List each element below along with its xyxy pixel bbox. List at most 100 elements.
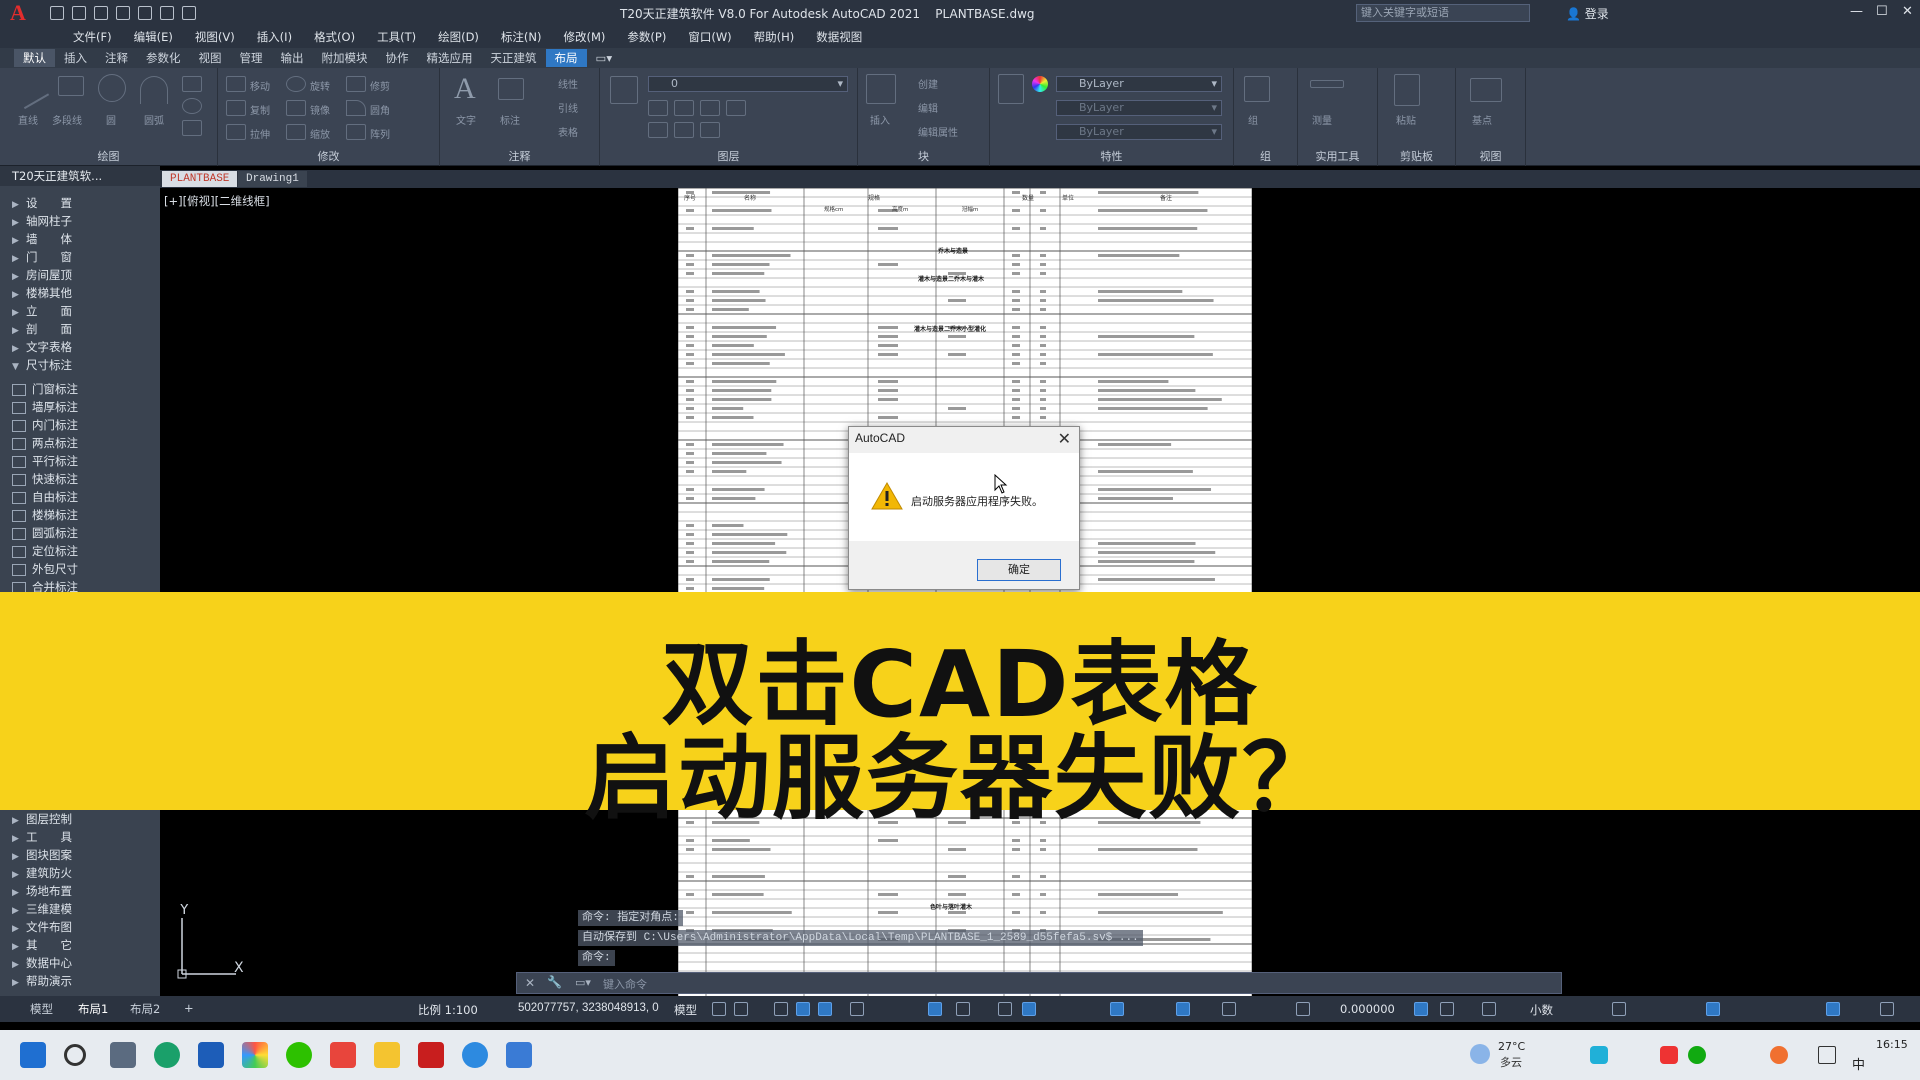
tray-wps-icon[interactable] <box>1660 1046 1678 1064</box>
copy-icon[interactable] <box>226 100 246 116</box>
palette-category[interactable]: ▶ 墙 体 <box>12 230 72 248</box>
tab-addins[interactable]: 附加模块 <box>313 49 377 67</box>
tab-collaborate[interactable]: 协作 <box>377 49 418 67</box>
match-properties-icon[interactable] <box>998 74 1024 104</box>
plus-icon[interactable] <box>1482 1002 1496 1016</box>
menu-item[interactable]: 数据视图 <box>805 29 873 45</box>
tray-security-icon[interactable] <box>1770 1046 1788 1064</box>
panel-annotate-title[interactable]: 注释 <box>440 148 599 164</box>
settings-gear-icon[interactable] <box>1440 1002 1454 1016</box>
menu-item[interactable]: 绘图(D) <box>427 29 490 45</box>
panel-block-title[interactable]: 块 <box>858 148 989 164</box>
close-icon[interactable]: ✕ <box>1902 4 1913 19</box>
browser-icon[interactable] <box>462 1042 488 1068</box>
rotate-icon[interactable] <box>286 76 306 92</box>
selection-cycling-icon[interactable] <box>1022 1002 1036 1016</box>
quick-properties-icon[interactable] <box>1612 1002 1626 1016</box>
close-icon[interactable]: ✕ <box>1058 429 1071 448</box>
insert-block-icon[interactable] <box>866 74 896 104</box>
palette-title[interactable]: T20天正建筑软... <box>0 166 160 186</box>
annotation-visibility-icon[interactable] <box>1176 1002 1190 1016</box>
menu-item[interactable]: 工具(T) <box>366 29 427 45</box>
new-icon[interactable] <box>50 6 64 20</box>
stretch-icon[interactable] <box>226 124 246 140</box>
system-clock[interactable]: 16:15 <box>1876 1038 1908 1051</box>
units-select[interactable]: 小数 <box>1530 1002 1553 1018</box>
command-dropdown-icon[interactable]: ▭▾ <box>575 976 591 989</box>
redo-icon[interactable] <box>182 6 196 20</box>
layer-previous-icon[interactable] <box>674 122 694 138</box>
palette-category[interactable]: ▶ 文字表格 <box>12 338 72 356</box>
angle-value[interactable]: 0.000000 <box>1340 1002 1395 1016</box>
palette-tool-item[interactable]: 平行标注 <box>12 452 78 470</box>
dimension-icon[interactable] <box>498 78 524 100</box>
transparency-icon[interactable] <box>998 1002 1012 1016</box>
panel-utilities-title[interactable]: 实用工具 <box>1298 148 1377 164</box>
lineweight-icon[interactable] <box>956 1002 970 1016</box>
calculator-icon[interactable] <box>110 1042 136 1068</box>
line-icon[interactable] <box>10 70 50 110</box>
palette-category[interactable]: ▶ 门 窗 <box>12 248 72 266</box>
dynamic-ucs-icon[interactable] <box>1110 1002 1124 1016</box>
word-app-icon[interactable] <box>198 1042 224 1068</box>
layer-properties-icon[interactable] <box>610 76 638 104</box>
tab-drawing1[interactable]: Drawing1 <box>238 171 307 187</box>
edge-browser-icon[interactable] <box>154 1042 180 1068</box>
palette-category[interactable]: ▶ 剖 面 <box>12 320 72 338</box>
maximize-icon[interactable]: ☐ <box>1876 4 1888 19</box>
menu-item[interactable]: 格式(O) <box>303 29 366 45</box>
color-select[interactable]: ByLayer ▾ <box>1056 76 1222 92</box>
tab-view[interactable]: 视图 <box>190 49 231 67</box>
palette-category[interactable]: ▶ 帮助演示 <box>12 972 72 990</box>
menu-item[interactable]: 修改(M) <box>553 29 617 45</box>
layer-isolate-icon[interactable] <box>674 100 694 116</box>
palette-category[interactable]: ▶ 场地布置 <box>12 882 72 900</box>
rectangle-icon[interactable] <box>182 76 202 92</box>
file-explorer-icon[interactable] <box>374 1042 400 1068</box>
tab-parametric[interactable]: 参数化 <box>137 49 190 67</box>
search-icon[interactable] <box>64 1044 86 1066</box>
palette-tool-item[interactable]: 自由标注 <box>12 488 78 506</box>
start-menu-icon[interactable] <box>20 1042 46 1068</box>
tray-wechat-icon[interactable] <box>1688 1046 1706 1064</box>
tab-output[interactable]: 输出 <box>272 49 313 67</box>
text-icon[interactable]: A <box>454 72 476 106</box>
wechat-icon[interactable] <box>286 1042 312 1068</box>
panel-modify-title[interactable]: 修改 <box>218 148 439 164</box>
trim-icon[interactable] <box>346 76 366 92</box>
palette-category[interactable]: ▶ 房间屋顶 <box>12 266 72 284</box>
plot-icon[interactable] <box>138 6 152 20</box>
input-method-indicator[interactable]: 中 <box>1852 1054 1865 1073</box>
menu-item[interactable]: 视图(V) <box>184 29 246 45</box>
auto-scale-icon[interactable] <box>1222 1002 1236 1016</box>
group-icon[interactable] <box>1244 76 1270 102</box>
palette-category[interactable]: ▶ 楼梯其他 <box>12 284 72 302</box>
annotation-scale[interactable]: 比例 1:100 <box>418 1002 478 1018</box>
ribbon-options-icon[interactable]: ▭▾ <box>587 49 622 67</box>
palette-category[interactable]: ▶ 立 面 <box>12 302 72 320</box>
ortho-icon[interactable] <box>774 1002 788 1016</box>
tab-annotate[interactable]: 注释 <box>96 49 137 67</box>
palette-tool-item[interactable]: 圆弧标注 <box>12 524 78 542</box>
tab-plantbase[interactable]: PLANTBASE <box>162 171 238 187</box>
palette-category[interactable]: ▶ 三维建模 <box>12 900 72 918</box>
scale-icon[interactable] <box>286 124 306 140</box>
model-space-toggle[interactable]: 模型 <box>674 1002 697 1018</box>
save-icon[interactable] <box>94 6 108 20</box>
polar-icon[interactable] <box>796 1002 810 1016</box>
layer-freeze-icon[interactable] <box>700 100 720 116</box>
store-icon[interactable] <box>242 1042 268 1068</box>
panel-groups-title[interactable]: 组 <box>1234 148 1297 164</box>
menu-item[interactable]: 参数(P) <box>616 29 677 45</box>
move-icon[interactable] <box>226 76 246 92</box>
palette-category[interactable]: ▼ 尺寸标注 <box>12 356 72 374</box>
layer-lock-icon[interactable] <box>726 100 746 116</box>
autocad-taskbar-icon[interactable] <box>418 1042 444 1068</box>
hatch-icon[interactable] <box>182 120 202 136</box>
clean-screen-icon[interactable] <box>1826 1002 1840 1016</box>
layer-match-icon[interactable] <box>648 122 668 138</box>
open-icon[interactable] <box>72 6 86 20</box>
layer-off-icon[interactable] <box>648 100 668 116</box>
palette-category[interactable]: ▶ 数据中心 <box>12 954 72 972</box>
mirror-icon[interactable] <box>286 100 306 116</box>
